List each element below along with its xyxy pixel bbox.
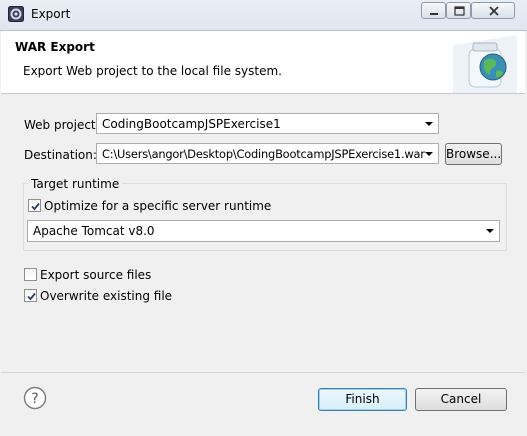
footer-separator <box>1 372 525 373</box>
window-title: Export <box>31 7 71 21</box>
server-runtime-combo[interactable]: Apache Tomcat v8.0 <box>27 220 500 242</box>
optimize-runtime-checkbox[interactable] <box>28 199 41 212</box>
maximize-button[interactable] <box>446 2 471 19</box>
cancel-button[interactable]: Cancel <box>415 388 507 411</box>
overwrite-file-label: Overwrite existing file <box>40 289 173 303</box>
web-project-label: Web project: <box>24 118 100 132</box>
chevron-down-icon <box>486 229 494 233</box>
minimize-button[interactable] <box>421 2 446 19</box>
web-project-combo[interactable]: CodingBootcampJSPExercise1 <box>96 113 439 134</box>
overwrite-file-checkbox[interactable] <box>24 289 37 302</box>
war-export-globe-jar-icon <box>443 35 517 93</box>
destination-label: Destination: <box>24 148 97 162</box>
finish-button[interactable]: Finish <box>318 388 407 411</box>
help-icon[interactable]: ? <box>23 386 47 410</box>
title-bar[interactable]: Export <box>0 0 527 31</box>
wizard-title: WAR Export <box>15 40 95 54</box>
wizard-description: Export Web project to the local file sys… <box>23 64 282 78</box>
export-dialog: Export WAR Export Export Web project to … <box>0 0 527 436</box>
browse-button[interactable]: Browse... <box>445 143 502 165</box>
web-project-value: CodingBootcampJSPExercise1 <box>102 117 281 131</box>
wizard-header: WAR Export Export Web project to the loc… <box>1 31 525 94</box>
eclipse-app-icon <box>8 6 24 22</box>
optimize-runtime-label: Optimize for a specific server runtime <box>44 199 272 213</box>
server-runtime-value: Apache Tomcat v8.0 <box>33 224 155 238</box>
svg-text:?: ? <box>31 391 38 407</box>
destination-combo[interactable]: C:\Users\angor\Desktop\CodingBootcampJSP… <box>96 143 439 164</box>
target-runtime-group-title: Target runtime <box>28 177 123 191</box>
export-source-checkbox[interactable] <box>24 268 37 281</box>
chevron-down-icon <box>425 152 433 156</box>
close-window-button[interactable] <box>471 2 515 19</box>
chevron-down-icon <box>425 122 433 126</box>
destination-value: C:\Users\angor\Desktop\CodingBootcampJSP… <box>102 147 425 161</box>
export-source-label: Export source files <box>40 268 152 282</box>
